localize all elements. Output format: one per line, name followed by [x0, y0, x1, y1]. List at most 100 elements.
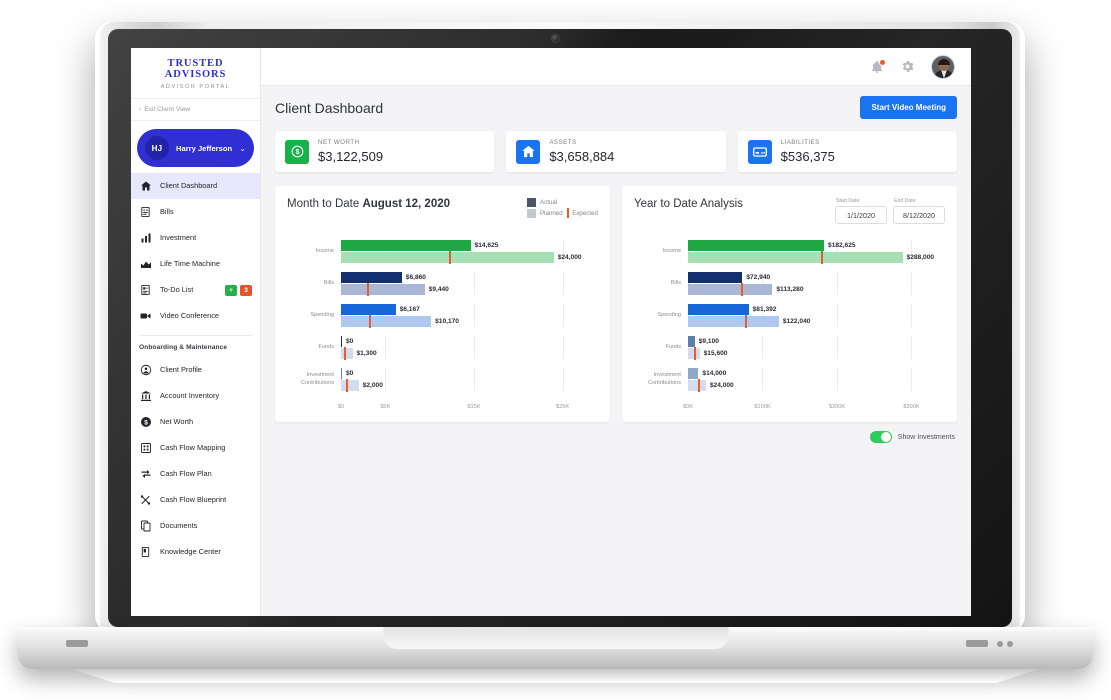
- planned-bar[interactable]: [688, 380, 706, 391]
- kpi-assets[interactable]: ASSETS $3,658,884: [506, 131, 726, 172]
- expected-marker: [368, 315, 371, 328]
- planned-bar[interactable]: [688, 252, 903, 263]
- planned-bar[interactable]: [341, 380, 359, 391]
- bar-value-label: $10,170: [435, 318, 459, 325]
- planned-bar[interactable]: [341, 348, 353, 359]
- panel-header: Year to Date Analysis Start Date 1/1/202…: [634, 198, 945, 224]
- sidebar-item-cash-flow-mapping[interactable]: Cash Flow Mapping: [131, 435, 260, 461]
- show-investments-toggle[interactable]: [869, 431, 892, 443]
- expected-marker: [698, 379, 701, 392]
- start-video-meeting-button[interactable]: Start Video Meeting: [860, 96, 957, 119]
- bar-wrapper: $24,000: [688, 379, 945, 392]
- toggle-knob: [880, 432, 891, 442]
- ytd-x-axis: $0K $100K $200K $300K: [634, 400, 945, 414]
- end-date-input[interactable]: 8/12/2020: [893, 206, 945, 224]
- sidebar-item-documents[interactable]: Documents: [131, 513, 260, 539]
- add-todo-badge[interactable]: +: [225, 284, 237, 296]
- actual-bar[interactable]: [341, 240, 471, 251]
- chart-bars: $14,625 $24,000: [341, 240, 598, 264]
- bar-value-label: $0: [346, 338, 354, 345]
- chart-row-label: Investment Contributions: [648, 371, 681, 386]
- kpi-label: NET WORTH: [318, 139, 360, 146]
- bar-value-label: $122,040: [782, 318, 811, 325]
- bar-wrapper: $81,392: [688, 304, 945, 315]
- actual-bar[interactable]: [341, 272, 402, 283]
- planned-bar[interactable]: [341, 316, 432, 327]
- chart-row-label: Funds: [318, 343, 334, 350]
- top-bar: [261, 48, 971, 86]
- bar-wrapper: $14,625: [341, 240, 598, 251]
- sidebar-item-account-inventory[interactable]: Account Inventory: [131, 383, 260, 409]
- actual-bar[interactable]: [688, 272, 743, 283]
- avatar[interactable]: [931, 54, 955, 79]
- sidebar-item-client-dashboard[interactable]: Client Dashboard: [131, 173, 260, 199]
- bar-wrapper: $24,000: [341, 251, 598, 264]
- expected-marker: [745, 315, 748, 328]
- todo-count-badge[interactable]: 3: [240, 284, 252, 296]
- svg-text:$: $: [144, 419, 148, 426]
- actual-bar[interactable]: [341, 304, 396, 315]
- person-icon: [139, 364, 152, 376]
- bills-icon: [139, 206, 152, 218]
- bank-icon: [139, 390, 152, 402]
- actual-bar[interactable]: [688, 304, 749, 315]
- actual-bar[interactable]: [341, 336, 342, 347]
- chart-plot: $81,392 $122,040: [688, 304, 945, 328]
- bar-wrapper: $6,167: [341, 304, 598, 315]
- sidebar-item-todo-list[interactable]: To-Do List + 3: [131, 277, 260, 303]
- brand-logo[interactable]: TRUSTED ADVISORS ADVISOR PORTAL: [131, 48, 260, 99]
- page-title: Client Dashboard: [275, 99, 384, 116]
- exit-client-view-button[interactable]: ‹ Exit Client View: [131, 99, 260, 121]
- actual-bar[interactable]: [688, 368, 699, 379]
- planned-bar[interactable]: [688, 284, 773, 295]
- exit-client-view-label: Exit Client View: [144, 106, 191, 113]
- chart-row: Income $182,625 $288,000: [634, 240, 945, 264]
- user-selector[interactable]: HJ Harry Jefferson ⌄: [137, 129, 254, 167]
- kpi-net-worth[interactable]: $ NET WORTH $3,122,509: [275, 131, 495, 172]
- bar-value-label: $2,000: [362, 382, 383, 389]
- start-date-input[interactable]: 1/1/2020: [835, 206, 887, 224]
- sidebar-item-cash-flow-plan[interactable]: Cash Flow Plan: [131, 461, 260, 487]
- gear-icon[interactable]: [900, 59, 915, 74]
- bar-value-label: $6,860: [405, 274, 426, 281]
- bar-value-label: $288,000: [906, 254, 935, 261]
- bar-wrapper: $182,625: [688, 240, 945, 251]
- notifications-button[interactable]: [870, 58, 886, 74]
- sidebar-item-bills[interactable]: Bills: [131, 199, 260, 225]
- bar-wrapper: $288,000: [688, 251, 945, 264]
- shuffle-icon: [139, 468, 152, 480]
- laptop-indicator-2: [1007, 641, 1013, 647]
- chart-plot: $6,167 $10,170: [341, 304, 598, 328]
- sidebar: TRUSTED ADVISORS ADVISOR PORTAL ‹ Exit C…: [131, 48, 261, 616]
- application-window: TRUSTED ADVISORS ADVISOR PORTAL ‹ Exit C…: [131, 48, 971, 616]
- sidebar-item-video-conference[interactable]: Video Conference: [131, 303, 260, 329]
- x-axis-tick: $100K: [754, 404, 771, 410]
- chart-row-label: Bills: [323, 279, 334, 286]
- laptop-port-right: [966, 640, 988, 647]
- kpi-liabilities[interactable]: LIABILITIES $536,375: [737, 131, 957, 172]
- laptop-indicator-1: [997, 641, 1003, 647]
- sidebar-label: Account Inventory: [160, 391, 220, 401]
- actual-bar[interactable]: [341, 368, 342, 379]
- sidebar-item-client-profile[interactable]: Client Profile: [131, 357, 260, 383]
- bar-wrapper: $9,440: [341, 283, 598, 296]
- actual-bar[interactable]: [688, 240, 825, 251]
- sidebar-label: Bills: [160, 207, 174, 217]
- planned-bar[interactable]: [688, 316, 779, 327]
- legend-swatch-actual: [526, 198, 536, 207]
- end-date-field: End Date 8/12/2020: [893, 198, 945, 224]
- sidebar-item-cash-flow-blueprint[interactable]: Cash Flow Blueprint: [131, 487, 260, 513]
- sidebar-item-knowledge-center[interactable]: Knowledge Center: [131, 539, 260, 565]
- sidebar-label: Investment: [160, 233, 197, 243]
- actual-bar[interactable]: [688, 336, 695, 347]
- planned-bar[interactable]: [341, 284, 425, 295]
- laptop-screen: TRUSTED ADVISORS ADVISOR PORTAL ‹ Exit C…: [131, 48, 971, 616]
- planned-bar[interactable]: [341, 252, 554, 263]
- life-time-machine-icon: [139, 258, 152, 270]
- sidebar-item-life-time-machine[interactable]: Life Time Machine: [131, 251, 260, 277]
- expected-marker: [366, 283, 369, 296]
- chart-row: Investment Contributions $0 $2,000: [287, 368, 598, 392]
- sidebar-item-net-worth[interactable]: $ Net Worth: [131, 409, 260, 435]
- chart-plot: $9,100 $15,600: [688, 336, 945, 360]
- sidebar-item-investment[interactable]: Investment: [131, 225, 260, 251]
